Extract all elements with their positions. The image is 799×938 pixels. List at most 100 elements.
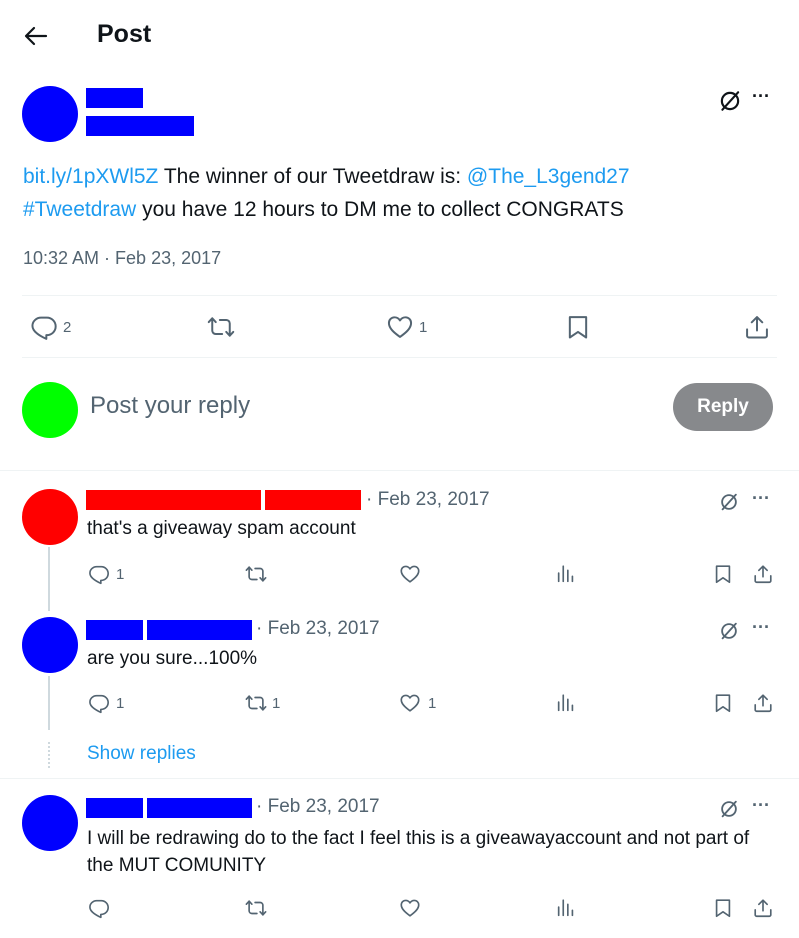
thread-line (48, 676, 50, 730)
more-options-button[interactable]: ··· (752, 795, 770, 816)
like-count: 1 (419, 319, 428, 336)
reply-handle-redaction (147, 798, 252, 818)
retweet-button[interactable] (206, 313, 236, 341)
bookmark-icon (712, 897, 734, 919)
reply-icon (88, 692, 110, 714)
reply-avatar[interactable] (22, 489, 78, 545)
grok-button[interactable] (717, 88, 743, 114)
post-link[interactable]: bit.ly/1pXWl5Z (23, 165, 158, 188)
share-button[interactable] (743, 313, 771, 341)
reply-name-redaction (86, 490, 261, 510)
heart-icon (399, 897, 421, 919)
views-button[interactable] (555, 563, 577, 585)
share-icon (743, 313, 771, 341)
like-button[interactable] (386, 313, 414, 341)
bookmark-icon (712, 692, 734, 714)
reply-text: I will be redrawing do to the fact I fee… (87, 828, 750, 876)
grok-icon (718, 620, 740, 642)
retweet-button[interactable] (244, 563, 268, 585)
retweet-button[interactable] (244, 692, 268, 714)
reply-name-redaction (86, 620, 143, 640)
reply-date[interactable]: · Feb 23, 2017 (256, 796, 380, 818)
divider (0, 470, 799, 471)
grok-button[interactable] (718, 798, 740, 820)
back-button[interactable] (22, 24, 50, 48)
share-button[interactable] (752, 692, 774, 714)
reply-button[interactable] (30, 313, 58, 341)
like-button[interactable] (399, 897, 421, 919)
views-icon (555, 692, 577, 714)
reply-text: are you sure...100% (87, 648, 258, 669)
reply-icon (30, 313, 58, 341)
bookmark-button[interactable] (712, 897, 734, 919)
more-options-button[interactable]: ··· (752, 86, 770, 107)
retweet-button[interactable] (244, 897, 268, 919)
views-icon (555, 897, 577, 919)
reply-count: 2 (63, 319, 72, 336)
reply-date[interactable]: · Feb 23, 2017 (366, 489, 490, 511)
more-options-button[interactable]: ··· (752, 488, 770, 509)
reply-date[interactable]: · Feb 23, 2017 (256, 618, 380, 640)
retweet-count: 1 (272, 695, 281, 712)
more-options-button[interactable]: ··· (752, 617, 770, 638)
reply-icon (88, 897, 110, 919)
reply-name-redaction (86, 798, 143, 818)
divider (0, 778, 799, 779)
arrow-left-icon (24, 26, 48, 46)
show-replies-link[interactable]: Show replies (87, 743, 196, 765)
bookmark-button[interactable] (712, 563, 734, 585)
page-title: Post (97, 20, 152, 48)
grok-button[interactable] (718, 491, 740, 513)
reply-input[interactable]: Post your reply (90, 392, 650, 420)
grok-icon (717, 88, 743, 114)
views-button[interactable] (555, 897, 577, 919)
author-name-redaction (86, 88, 143, 108)
retweet-icon (244, 897, 268, 919)
reply-count: 1 (116, 566, 125, 583)
hashtag-link[interactable]: #Tweetdraw (23, 198, 136, 221)
bookmark-button[interactable] (712, 692, 734, 714)
grok-button[interactable] (718, 620, 740, 642)
like-count: 1 (428, 695, 437, 712)
reply-handle-redaction (147, 620, 252, 640)
retweet-icon (244, 563, 268, 585)
like-button[interactable] (399, 563, 421, 585)
reply-count: 1 (116, 695, 125, 712)
views-icon (555, 563, 577, 585)
author-avatar[interactable] (22, 86, 78, 142)
retweet-icon (206, 313, 236, 341)
reply-icon (88, 563, 110, 585)
share-button[interactable] (752, 897, 774, 919)
share-icon (752, 897, 774, 919)
reply-text: that's a giveaway spam account (87, 518, 356, 539)
share-icon (752, 692, 774, 714)
bookmark-button[interactable] (564, 313, 592, 341)
post-timestamp[interactable]: 10:32 AM · Feb 23, 2017 (23, 248, 221, 269)
post-text: bit.ly/1pXWl5Z The winner of our Tweetdr… (23, 165, 630, 221)
reply-avatar[interactable] (22, 617, 78, 673)
retweet-icon (244, 692, 268, 714)
heart-icon (399, 692, 421, 714)
divider (22, 357, 777, 358)
grok-icon (718, 798, 740, 820)
like-button[interactable] (399, 692, 421, 714)
reply-button[interactable] (88, 692, 110, 714)
thread-dots (48, 742, 50, 768)
grok-icon (718, 491, 740, 513)
divider (22, 295, 777, 296)
mention-link[interactable]: @The_L3gend27 (467, 165, 630, 188)
views-button[interactable] (555, 692, 577, 714)
reply-button[interactable] (88, 563, 110, 585)
heart-icon (399, 563, 421, 585)
author-handle-redaction (86, 116, 194, 136)
bookmark-icon (564, 313, 592, 341)
composer-avatar (22, 382, 78, 438)
reply-handle-redaction (265, 490, 361, 510)
heart-icon (386, 313, 414, 341)
reply-avatar[interactable] (22, 795, 78, 851)
reply-submit-button[interactable]: Reply (673, 383, 773, 431)
share-icon (752, 563, 774, 585)
reply-button[interactable] (88, 897, 110, 919)
bookmark-icon (712, 563, 734, 585)
share-button[interactable] (752, 563, 774, 585)
